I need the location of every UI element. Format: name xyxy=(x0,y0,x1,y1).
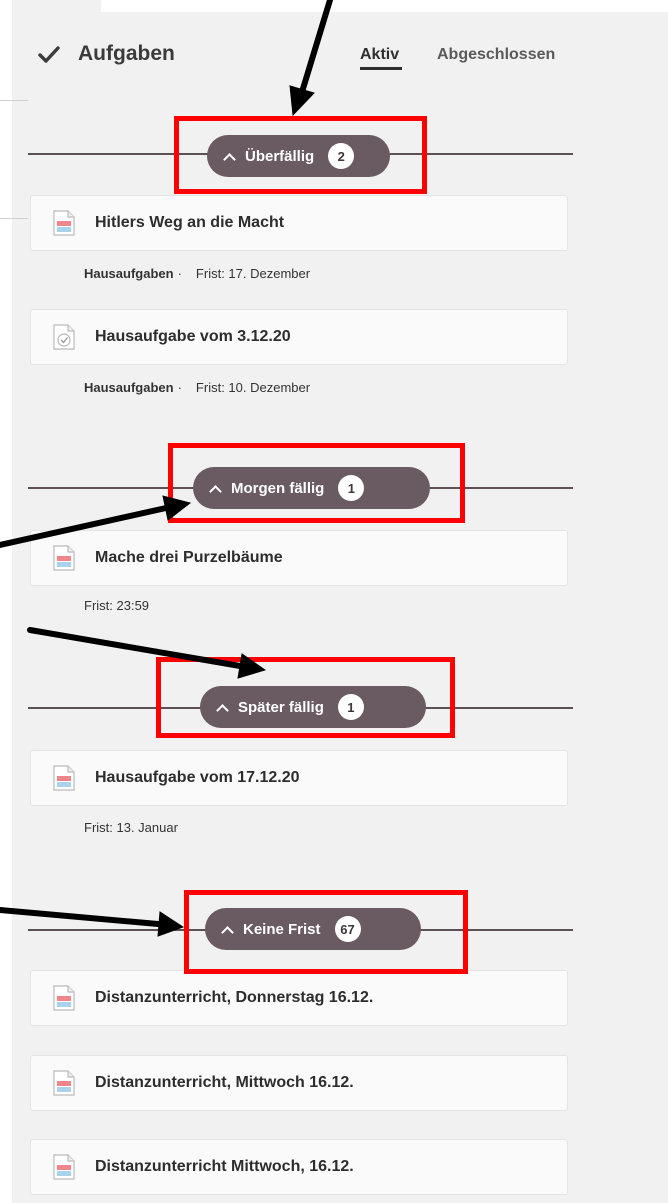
annotation-arrows xyxy=(0,0,333,937)
annotation-arrow xyxy=(0,907,161,927)
annotation-arrow xyxy=(299,0,333,95)
arrowhead xyxy=(289,85,315,117)
arrowhead xyxy=(157,911,185,937)
annotation-arrow xyxy=(0,505,169,548)
arrowhead xyxy=(162,495,192,521)
arrowhead xyxy=(237,653,267,679)
annotation-arrow xyxy=(27,627,243,669)
